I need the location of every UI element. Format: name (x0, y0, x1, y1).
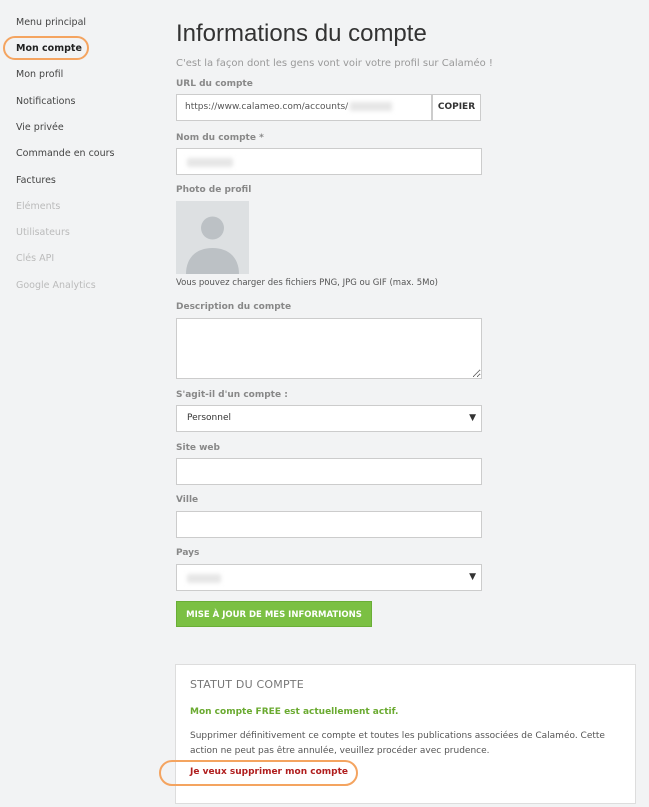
copy-url-button[interactable]: COPIER (432, 94, 481, 121)
description-label: Description du compte (176, 302, 292, 312)
profile-photo-label: Photo de profil (176, 185, 252, 195)
website-input[interactable] (176, 458, 482, 485)
sidebar-item-utilisateurs: Utilisateurs (16, 227, 70, 238)
country-select[interactable]: ▼ (176, 564, 482, 591)
caret-down-icon: ▼ (469, 572, 476, 582)
city-label: Ville (176, 495, 199, 505)
account-type-value: Personnel (187, 413, 231, 423)
sidebar-item-mon-profil[interactable]: Mon profil (16, 69, 63, 80)
delete-warning-text: Supprimer définitivement ce compte et to… (190, 731, 605, 756)
sidebar-item-cles-api: Clés API (16, 253, 55, 264)
account-url-field[interactable]: https://www.calameo.com/accounts/ (176, 94, 432, 121)
url-label: URL du compte (176, 79, 253, 89)
blurred-url-suffix (350, 102, 393, 111)
sidebar-item-elements: Eléments (16, 201, 61, 212)
user-silhouette-icon (186, 216, 239, 274)
city-input[interactable] (176, 511, 482, 538)
sidebar-item-google-analytics: Google Analytics (16, 280, 96, 291)
sidebar-item-menu-principal[interactable]: Menu principal (16, 17, 86, 28)
account-name-input[interactable] (176, 148, 482, 175)
page-subtitle: C'est la façon dont les gens vont voir v… (176, 58, 493, 69)
photo-upload-hint: Vous pouvez charger des fichiers PNG, JP… (176, 278, 438, 288)
account-type-label: S'agit-il d'un compte : (176, 390, 288, 400)
sidebar-item-notifications[interactable]: Notifications (16, 96, 75, 107)
sidebar-item-vie-privee[interactable]: Vie privée (16, 122, 64, 133)
sidebar-item-commande-en-cours[interactable]: Commande en cours (16, 148, 115, 159)
account-type-select[interactable]: Personnel ▼ (176, 405, 482, 432)
website-label: Site web (176, 443, 220, 453)
highlight-circle-delete-link (159, 760, 358, 786)
account-active-status: Mon compte FREE est actuellement actif. (190, 707, 399, 717)
sidebar-item-factures[interactable]: Factures (16, 175, 56, 186)
blurred-name-value (187, 158, 233, 167)
description-textarea[interactable] (176, 318, 482, 379)
profile-photo-upload[interactable] (176, 201, 249, 274)
page-title: Informations du compte (176, 20, 427, 47)
account-status-title: STATUT DU COMPTE (190, 678, 304, 691)
account-name-label: Nom du compte * (176, 133, 264, 143)
highlight-circle-active-item (3, 36, 89, 60)
country-label: Pays (176, 548, 200, 558)
caret-down-icon: ▼ (469, 413, 476, 423)
account-url-value: https://www.calameo.com/accounts/ (185, 102, 349, 112)
update-info-button[interactable]: MISE À JOUR DE MES INFORMATIONS (176, 601, 372, 627)
blurred-country-value (187, 574, 221, 583)
